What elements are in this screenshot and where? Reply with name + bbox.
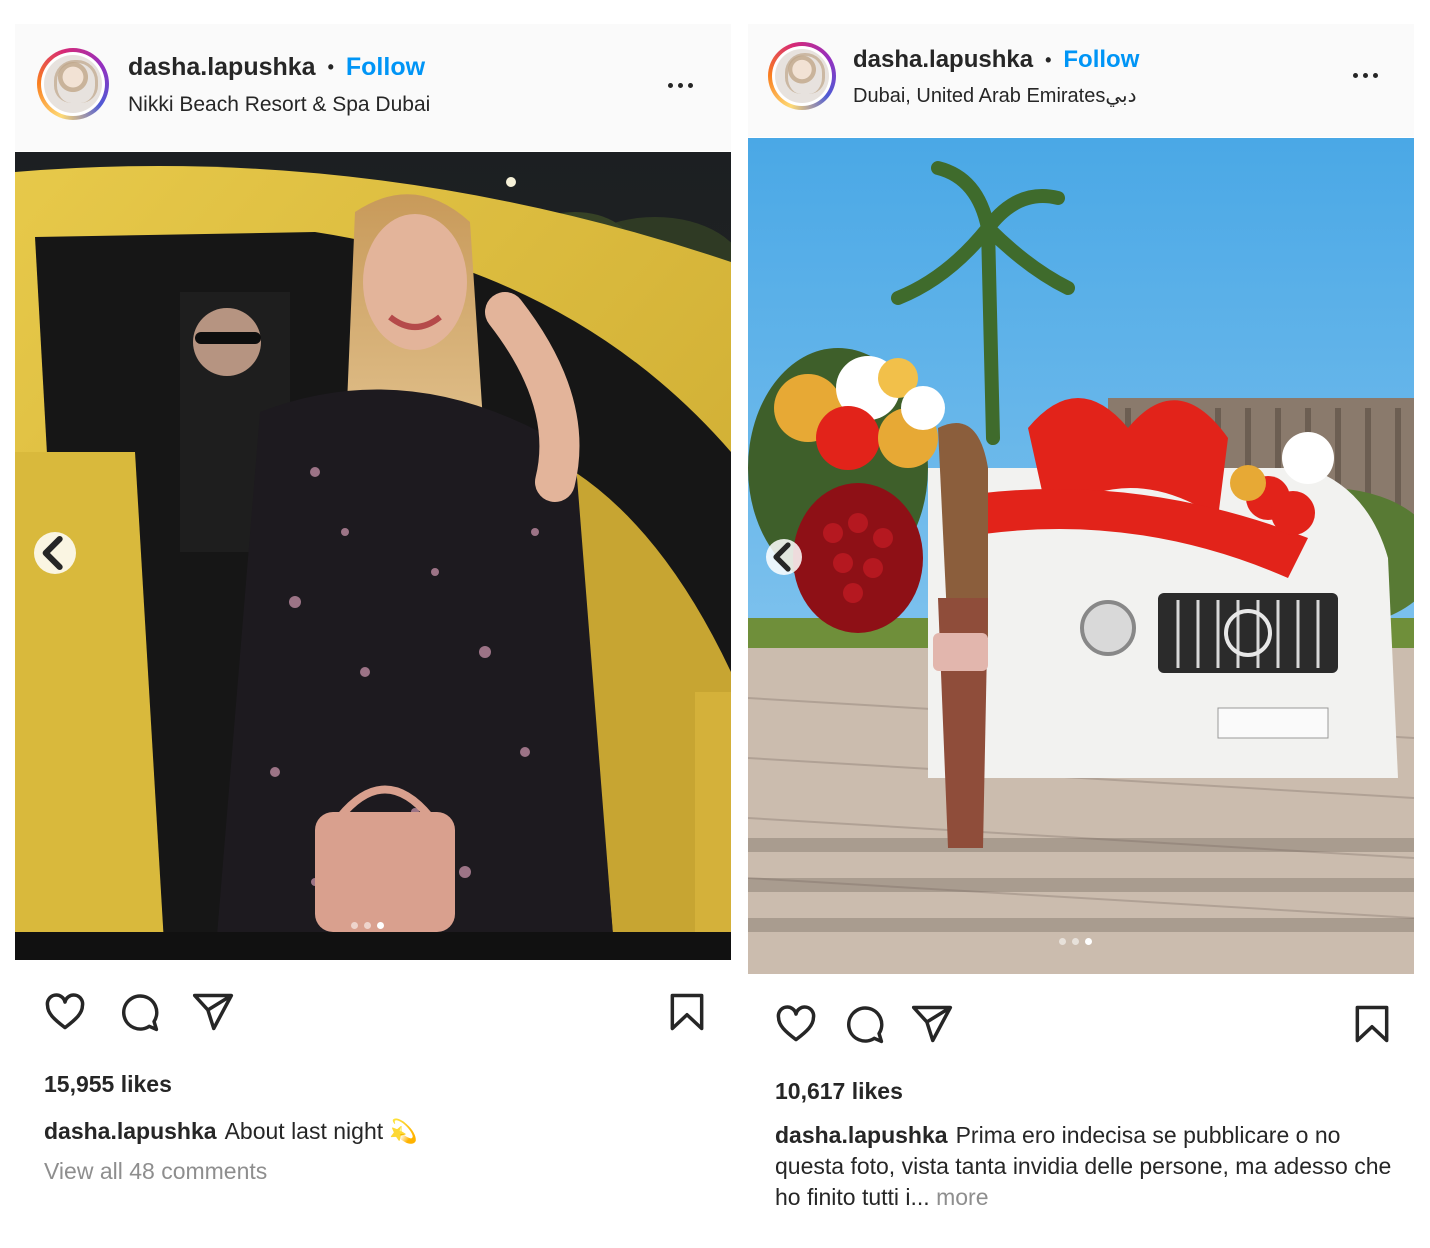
header-title-row: dasha.lapushka • Follow bbox=[853, 46, 1139, 74]
carousel-dot bbox=[1072, 938, 1079, 945]
location-link[interactable]: Dubai, United Arab Emiratesدبي bbox=[853, 83, 1137, 108]
photo-white-suv-with-bow bbox=[748, 138, 1414, 974]
follow-button[interactable]: Follow bbox=[1063, 46, 1139, 74]
likes-count[interactable]: 10,617 likes bbox=[775, 1078, 903, 1105]
separator-dot: • bbox=[1045, 49, 1052, 70]
post-photo[interactable] bbox=[748, 138, 1414, 974]
like-button[interactable] bbox=[774, 1002, 818, 1046]
share-button[interactable] bbox=[910, 1002, 954, 1046]
post-card-2: dasha.lapushka • Follow Dubai, United Ar… bbox=[748, 24, 1414, 1234]
comment-bubble-icon bbox=[122, 994, 159, 1032]
carousel-dot-active bbox=[1085, 938, 1092, 945]
more-dots-icon[interactable] bbox=[668, 83, 693, 88]
save-button[interactable] bbox=[665, 990, 709, 1034]
avatar[interactable] bbox=[37, 48, 109, 120]
likes-count[interactable]: 15,955 likes bbox=[44, 1071, 172, 1098]
caption-username[interactable]: dasha.lapushka bbox=[775, 1122, 948, 1148]
heart-icon bbox=[45, 993, 85, 1030]
paper-plane-icon bbox=[192, 993, 234, 1031]
sparkle-emoji: 💫 bbox=[389, 1118, 418, 1144]
post-card-1: dasha.lapushka • Follow Nikki Beach Reso… bbox=[15, 24, 731, 1234]
post-header: dasha.lapushka • Follow Dubai, United Ar… bbox=[748, 24, 1414, 137]
separator-dot: • bbox=[327, 57, 334, 77]
comment-button[interactable] bbox=[842, 1002, 886, 1046]
action-bar bbox=[15, 990, 731, 1040]
carousel-indicator bbox=[351, 922, 384, 929]
chevron-left-icon bbox=[773, 542, 791, 572]
carousel-dot-active bbox=[377, 922, 384, 929]
carousel-indicator bbox=[1059, 938, 1092, 945]
header-title-row: dasha.lapushka • Follow bbox=[128, 53, 425, 82]
username-link[interactable]: dasha.lapushka bbox=[128, 53, 316, 82]
view-comments-link[interactable]: View all 48 comments bbox=[44, 1158, 267, 1185]
bookmark-icon bbox=[1355, 1005, 1389, 1043]
comment-bubble-icon bbox=[847, 1006, 884, 1044]
comment-button[interactable] bbox=[117, 990, 161, 1034]
paper-plane-icon bbox=[911, 1005, 953, 1043]
post-caption: dasha.lapushka About last night 💫 bbox=[44, 1116, 704, 1147]
action-bar bbox=[748, 1002, 1414, 1052]
caption-more-link[interactable]: more bbox=[936, 1184, 988, 1210]
username-link[interactable]: dasha.lapushka bbox=[853, 46, 1033, 74]
like-button[interactable] bbox=[43, 990, 87, 1034]
post-caption: dasha.lapushka Prima ero indecisa se pubb… bbox=[775, 1120, 1395, 1213]
location-link[interactable]: Nikki Beach Resort & Spa Dubai bbox=[128, 93, 430, 117]
caption-text: About last night bbox=[224, 1118, 384, 1144]
carousel-prev-button[interactable] bbox=[766, 539, 802, 575]
carousel-prev-button[interactable] bbox=[34, 532, 76, 574]
post-photo[interactable] bbox=[15, 152, 731, 960]
avatar[interactable] bbox=[768, 42, 836, 110]
post-header: dasha.lapushka • Follow Nikki Beach Reso… bbox=[15, 24, 731, 151]
heart-icon bbox=[776, 1005, 816, 1042]
follow-button[interactable]: Follow bbox=[346, 53, 425, 82]
carousel-dot bbox=[364, 922, 371, 929]
more-dots-icon[interactable] bbox=[1353, 73, 1378, 78]
carousel-dot bbox=[1059, 938, 1066, 945]
photo-woman-yellow-car bbox=[15, 152, 731, 960]
save-button[interactable] bbox=[1350, 1002, 1394, 1046]
bookmark-icon bbox=[670, 993, 704, 1031]
carousel-dot bbox=[351, 922, 358, 929]
share-button[interactable] bbox=[191, 990, 235, 1034]
chevron-left-icon bbox=[42, 535, 63, 571]
caption-username[interactable]: dasha.lapushka bbox=[44, 1118, 217, 1144]
